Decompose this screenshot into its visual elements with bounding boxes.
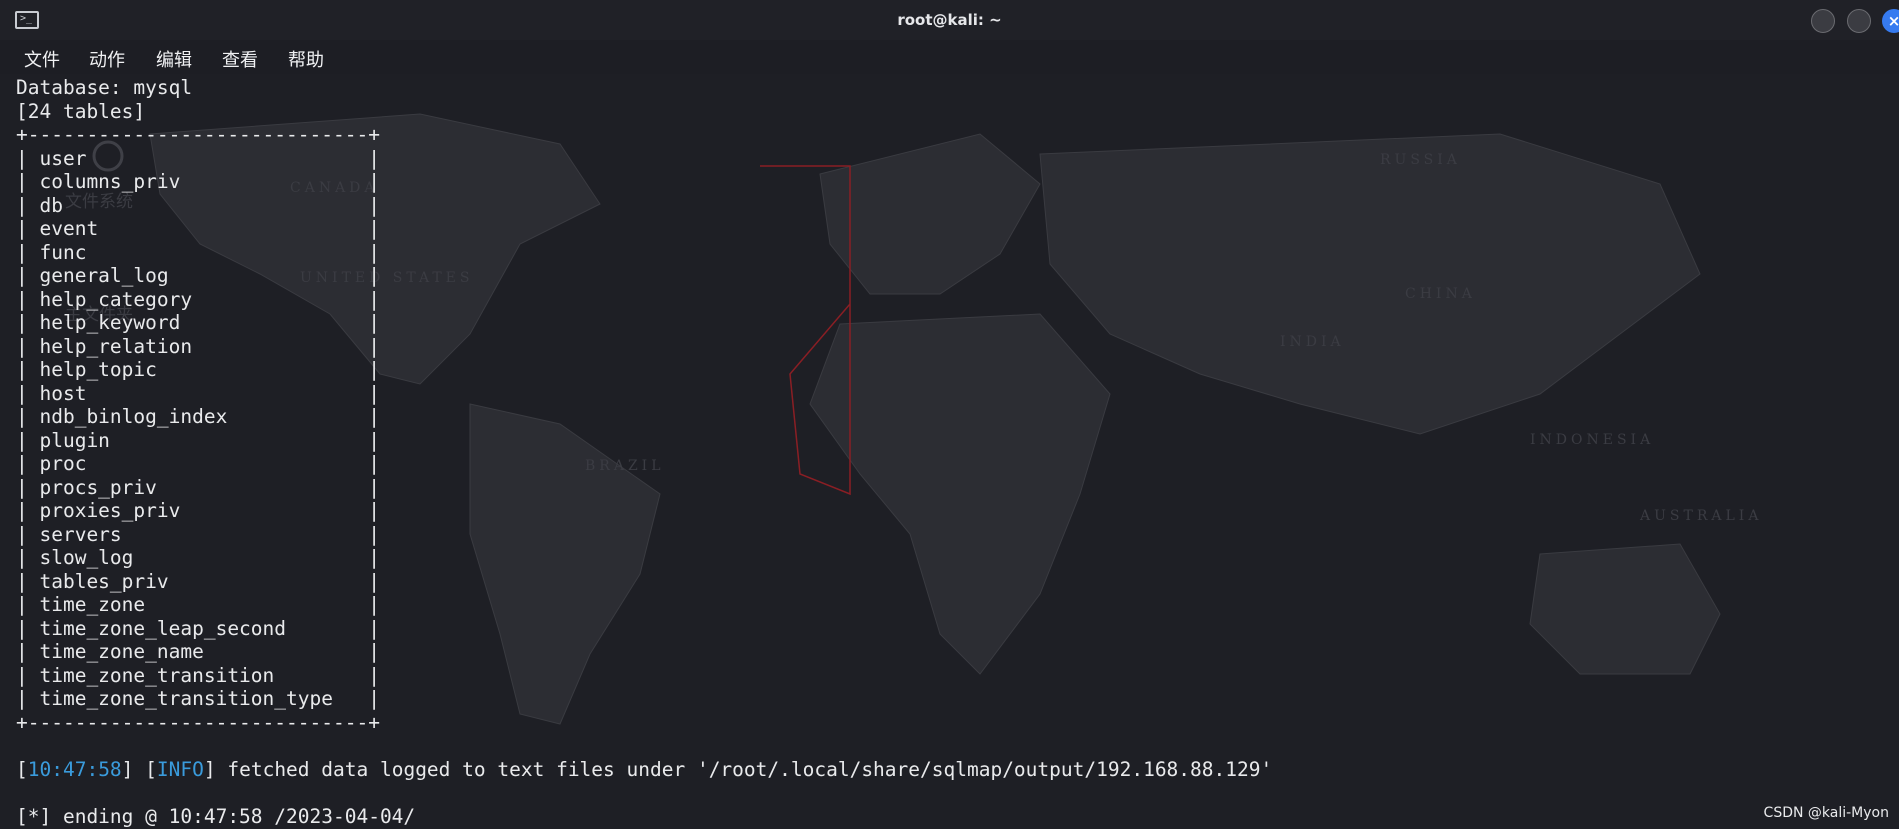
watermark: CSDN @kali-Myon: [1763, 805, 1889, 821]
log-line: [10:47:58] [INFO] fetched data logged to…: [16, 757, 1273, 781]
table-row: | time_zone_name |: [16, 640, 380, 663]
log-message: ] fetched data logged to text files unde…: [203, 757, 1273, 781]
table-row: | host |: [16, 381, 380, 405]
table-border-bottom: +-----------------------------+: [16, 710, 380, 734]
close-button[interactable]: ×: [1882, 9, 1899, 33]
table-row: | time_zone_transition |: [16, 663, 380, 687]
table-row: | time_zone_leap_second |: [16, 616, 380, 640]
menu-file[interactable]: 文件: [24, 46, 60, 72]
menu-action[interactable]: 动作: [89, 46, 125, 72]
maximize-button[interactable]: [1847, 9, 1871, 33]
map-label-india: INDIA: [1280, 334, 1345, 350]
map-label-indonesia: INDONESIA: [1530, 432, 1654, 448]
terminal-window: CANADA UNITED STATES RUSSIA CHINA INDIA …: [0, 0, 1899, 829]
title-bar: >_ root@kali: ~ ×: [0, 0, 1899, 41]
table-row: | proc |: [16, 452, 380, 475]
table-row: | general_log |: [16, 264, 380, 287]
table-row: | columns_priv |: [16, 170, 380, 193]
table-row: | time_zone |: [16, 593, 380, 616]
ending-line: [*] ending @ 10:47:58 /2023-04-04/: [16, 804, 416, 828]
table-row: | user |: [16, 146, 380, 170]
table-row: | time_zone_transition_type |: [16, 687, 380, 710]
table-row: | servers |: [16, 522, 380, 546]
table-row: | tables_priv |: [16, 569, 380, 593]
database-line: Database: mysql: [16, 76, 193, 99]
table-row: | proxies_priv |: [16, 499, 380, 522]
map-label-china: CHINA: [1405, 286, 1476, 302]
table-row: | func |: [16, 240, 380, 264]
table-row: | help_topic |: [16, 358, 380, 381]
minimize-button[interactable]: [1811, 9, 1835, 33]
table-count-line: [24 tables]: [16, 99, 146, 123]
table-row: | slow_log |: [16, 546, 380, 569]
map-label-australia: AUSTRALIA: [1639, 508, 1762, 524]
log-level: INFO: [156, 757, 204, 781]
table-row: | help_keyword |: [16, 311, 380, 334]
table-border-top: +-----------------------------+: [16, 123, 380, 146]
table-row: | event |: [16, 217, 380, 240]
table-row: | procs_priv |: [16, 475, 380, 499]
table-row: | help_relation |: [16, 334, 380, 358]
menu-bar: 文件 动作 编辑 查看 帮助: [0, 40, 1899, 74]
menu-view[interactable]: 查看: [222, 46, 258, 72]
log-timestamp: 10:47:58: [27, 757, 122, 781]
table-body: | user | | columns_priv | | db | | event…: [16, 147, 380, 711]
window-title: root@kali: ~: [897, 11, 1002, 29]
table-row: | db |: [16, 193, 380, 217]
menu-help[interactable]: 帮助: [288, 46, 324, 72]
table-row: | ndb_binlog_index |: [16, 405, 380, 428]
menu-edit[interactable]: 编辑: [156, 46, 192, 72]
table-row: | plugin |: [16, 428, 380, 452]
table-row: | help_category |: [16, 287, 380, 311]
terminal-output[interactable]: Database: mysql [24 tables] +-----------…: [16, 76, 1272, 828]
map-label-russia: RUSSIA: [1380, 152, 1461, 168]
